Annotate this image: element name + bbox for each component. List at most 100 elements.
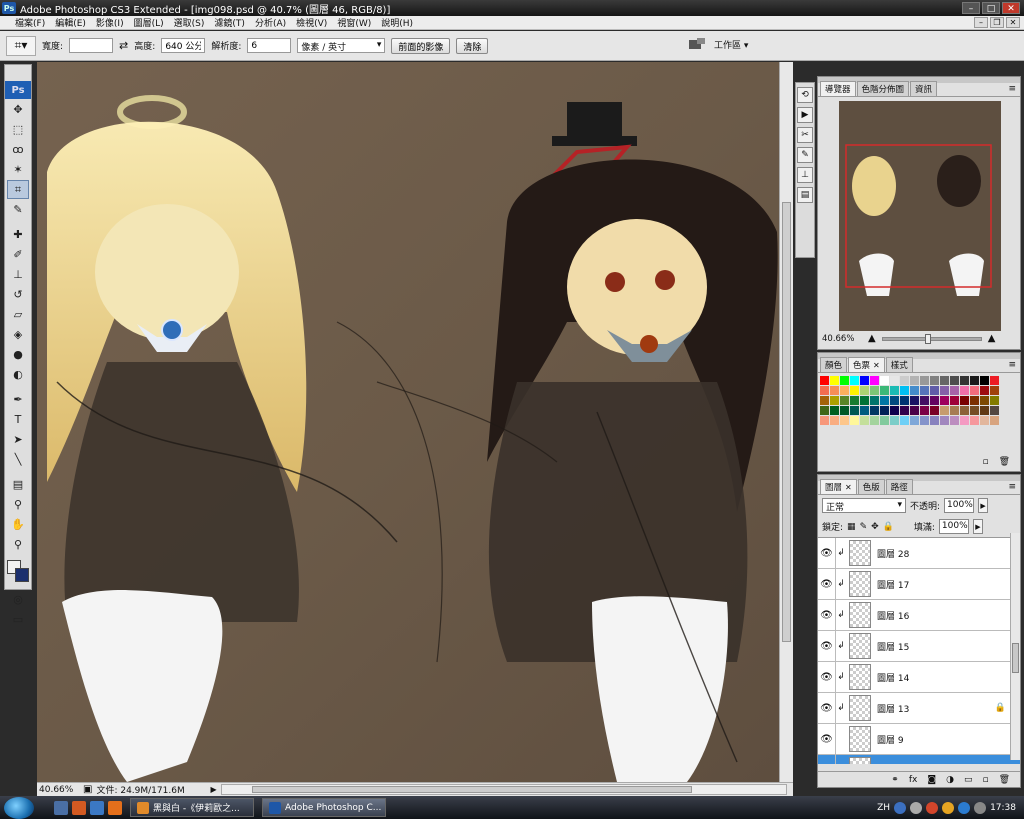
swatch-color[interactable] [920,396,929,405]
swatch-color[interactable] [950,416,959,425]
workspace-label[interactable]: 工作區 ▾ [714,38,748,51]
layer-comps-icon[interactable]: ▤ [797,187,813,203]
swatch-color[interactable] [950,406,959,415]
swatch-color[interactable] [960,396,969,405]
layer-mask-icon[interactable]: ◙ [927,775,936,785]
eyedropper-tool-icon[interactable]: ⚲ [7,495,29,514]
swatch-color[interactable] [880,396,889,405]
swatch-color[interactable] [870,376,879,385]
swatch-color[interactable] [940,396,949,405]
swatch-color[interactable] [940,376,949,385]
layer-row[interactable]: 👁 ↲ 圖層 13 🔒 [818,693,1020,724]
history-panel-icon[interactable]: ⟲ [797,87,813,103]
swatch-color[interactable] [850,386,859,395]
swatch-color[interactable] [920,406,929,415]
resolution-unit-select[interactable]: 像素 / 英寸 ▾ [297,38,386,53]
swatch-color[interactable] [830,396,839,405]
minimize-icon[interactable]: – [962,2,980,14]
ime-indicator[interactable]: ZH [877,803,890,813]
document-canvas[interactable] [37,62,787,782]
visibility-eye-icon[interactable]: 👁 [818,631,836,661]
swatch-color[interactable] [930,406,939,415]
layer-thumbnail[interactable] [849,695,871,721]
menu-view[interactable]: 檢視(V) [291,16,332,29]
tray-app-icon[interactable] [942,801,955,814]
swatch-color[interactable] [950,396,959,405]
app-launcher-icon[interactable] [72,800,86,815]
navigator-zoom[interactable]: 40.66% [822,334,862,344]
swatch-color[interactable] [930,386,939,395]
swatch-color[interactable] [910,396,919,405]
swatch-color[interactable] [840,386,849,395]
layer-row[interactable]: 👁 ↲ 圖層 14 [818,662,1020,693]
status-menu-arrow-icon[interactable]: ▶ [210,785,216,794]
swatch-color[interactable] [980,416,989,425]
menu-layer[interactable]: 圖層(L) [129,16,169,29]
visibility-eye-icon[interactable]: 👁 [818,693,836,723]
menu-select[interactable]: 選取(S) [169,16,210,29]
doc-close-icon[interactable]: ✕ [1006,17,1020,28]
swatch-color[interactable] [940,386,949,395]
swatch-color[interactable] [870,396,879,405]
layer-name[interactable]: 圖層 9 [877,733,904,746]
clone-source-icon[interactable]: ⊥ [797,167,813,183]
lock-position-icon[interactable]: ✥ [871,522,879,532]
layer-row[interactable]: 👁 ↲ 圖層 28 [818,538,1020,569]
paint-bucket-tool-icon[interactable]: ◈ [7,325,29,344]
vertical-scroll-thumb[interactable] [782,202,791,642]
menu-edit[interactable]: 編輯(E) [50,16,91,29]
blur-tool-icon[interactable]: ● [7,345,29,364]
tray-app-icon[interactable] [926,801,939,814]
visibility-eye-icon[interactable]: 👁 [818,662,836,692]
switch-windows-icon[interactable] [90,800,104,815]
crop-tool-icon[interactable]: ⌗ [7,180,29,199]
delete-layer-icon[interactable]: 🗑 [999,775,1010,785]
close-tab-icon[interactable]: ✕ [873,361,880,370]
swatch-color[interactable] [890,396,899,405]
layer-name[interactable]: 圖層 16 [877,609,909,622]
swatch-color[interactable] [970,416,979,425]
height-input[interactable] [161,38,206,53]
clear-button[interactable]: 清除 [456,37,489,54]
swatch-color[interactable] [950,376,959,385]
canvas-horizontal-scrollbar[interactable] [220,784,787,795]
tab-info[interactable]: 資訊 [910,81,938,96]
width-input[interactable] [69,38,114,53]
taskbar-photoshop-task[interactable]: Adobe Photoshop C... [262,798,386,817]
swatch-color[interactable] [930,396,939,405]
swatch-color[interactable] [840,406,849,415]
swatch-color[interactable] [970,406,979,415]
layer-thumbnail[interactable] [849,664,871,690]
path-selection-tool-icon[interactable]: ➤ [7,430,29,449]
fill-stepper-icon[interactable]: ▶ [972,519,983,534]
eraser-tool-icon[interactable]: ▱ [7,305,29,324]
swatch-color[interactable] [850,416,859,425]
layer-name[interactable]: 圖層 46 [877,764,909,765]
tab-color[interactable]: 顏色 [820,357,848,372]
line-tool-icon[interactable]: ╲ [7,450,29,469]
new-swatch-icon[interactable]: ▫ [982,457,988,467]
menu-window[interactable]: 視窗(W) [332,16,376,29]
close-tab-icon[interactable]: ✕ [845,483,852,492]
visibility-eye-icon[interactable]: 👁 [818,600,836,630]
tool-presets-icon[interactable]: ✂ [797,127,813,143]
swatch-color[interactable] [890,416,899,425]
menu-help[interactable]: 說明(H) [376,16,418,29]
swatch-color[interactable] [860,416,869,425]
brush-tool-icon[interactable]: ✐ [7,245,29,264]
network-icon[interactable] [958,801,971,814]
swatch-color[interactable] [820,386,829,395]
screen-mode-icon[interactable]: ▭ [7,610,29,629]
layer-row[interactable]: 👁 ↲ 圖層 17 [818,569,1020,600]
panel-menu-icon[interactable]: ≡ [1008,360,1016,370]
zoom-tool-icon[interactable]: ⚲ [7,535,29,554]
volume-icon[interactable] [974,801,987,814]
bridge-icon[interactable] [688,37,706,51]
clock[interactable]: 17:38 [990,803,1016,813]
swatch-color[interactable] [930,416,939,425]
healing-brush-tool-icon[interactable]: ✚ [7,225,29,244]
swatch-color[interactable] [990,396,999,405]
layer-name[interactable]: 圖層 14 [877,671,909,684]
swatch-color[interactable] [980,376,989,385]
type-tool-icon[interactable]: T [7,410,29,429]
